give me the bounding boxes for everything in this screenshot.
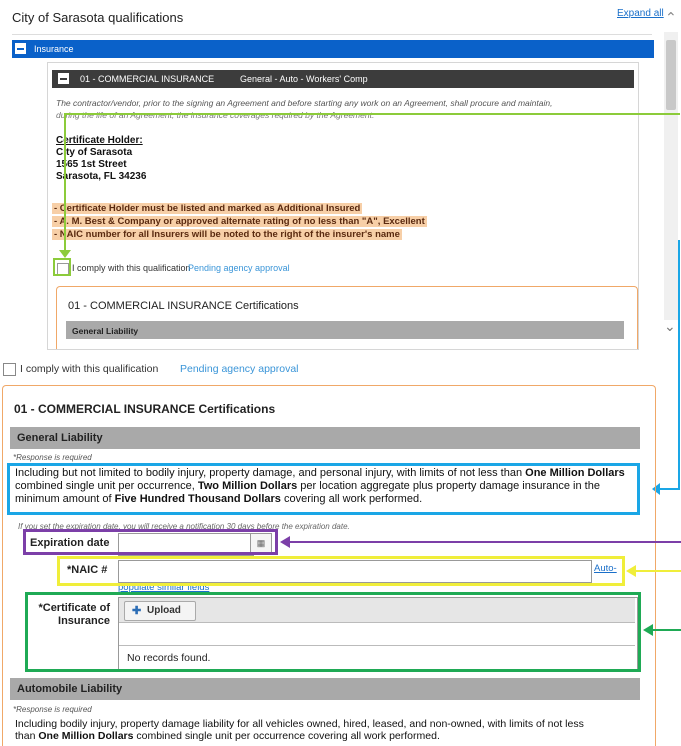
callout-line [64,113,680,115]
highlight-requirement: - NAIC number for all Insurers will be n… [52,229,402,240]
callout-line [652,629,681,631]
comply-label: I comply with this qualification [20,363,159,375]
general-liability-bar [10,427,640,449]
callout-line [635,570,681,572]
certificate-holder-city: Sarasota, FL 34236 [56,171,147,182]
title-divider [12,34,652,35]
callout-line [290,541,681,543]
naic-annotation-box [57,556,625,586]
commercial-insurance-header[interactable]: 01 - COMMERCIAL INSURANCE General - Auto… [52,70,634,88]
comply-checkbox[interactable] [3,363,16,376]
scrollbar-thumb[interactable] [666,40,676,110]
callout-line [64,113,66,253]
callout-arrow-icon [59,250,71,258]
certifications-panel [56,286,638,349]
certifications-title: 01 - COMMERCIAL INSURANCE Certifications [14,402,276,416]
required-note: *Response is required [13,705,92,714]
automobile-liability-label: Automobile Liability [17,683,123,695]
certificate-holder-street: 1565 1st Street [56,159,127,170]
callout-arrow-icon [626,565,636,577]
callout-line [660,488,680,490]
qualification-name: 01 - COMMERCIAL INSURANCE [80,74,215,84]
callout-line [678,240,680,490]
automobile-liability-description: Including bodily injury, property damage… [15,718,584,742]
callout-arrow-icon [280,536,290,548]
certificate-holder-name: City of Sarasota [56,147,133,158]
chevron-up-icon[interactable]: ⌄ [665,8,677,25]
collapse-icon[interactable] [58,73,69,84]
highlight-requirement: - A. M. Best & Company or approved alter… [52,216,427,227]
expiration-annotation-box [23,529,278,555]
description-annotation-box [7,463,640,515]
callout-arrow-icon [643,624,653,636]
upload-annotation-box [25,592,641,672]
collapse-icon[interactable] [15,43,26,54]
certifications-title: 01 - COMMERCIAL INSURANCE Certifications [68,300,299,312]
certificate-holder-heading: Certificate Holder: [56,135,143,146]
comply-label: I comply with this qualification [72,263,191,273]
general-liability-bar [66,321,624,339]
highlight-requirement: - Certificate Holder must be listed and … [52,203,363,214]
chevron-down-icon[interactable]: ⌄ [664,318,676,335]
qualification-coverages: General - Auto - Workers' Comp [240,74,368,84]
certificate-holder-block: Certificate Holder: City of Sarasota 156… [56,135,146,183]
required-note: *Response is required [13,453,92,462]
page-title: City of Sarasota qualifications [12,10,184,25]
pending-status: Pending agency approval [180,363,299,375]
intro-text: during the life of an Agreement, the ins… [56,110,375,120]
general-liability-label: General Liability [72,326,139,336]
expand-all-link[interactable]: Expand all [617,8,664,19]
checkbox-annotation-box [53,258,71,276]
general-liability-label: General Liability [17,432,103,444]
insurance-section-label: Insurance [34,44,74,54]
intro-text: The contractor/vendor, prior to the sign… [56,98,553,108]
insurance-section-header[interactable]: Insurance [12,40,654,58]
pending-status: Pending agency approval [188,263,290,273]
